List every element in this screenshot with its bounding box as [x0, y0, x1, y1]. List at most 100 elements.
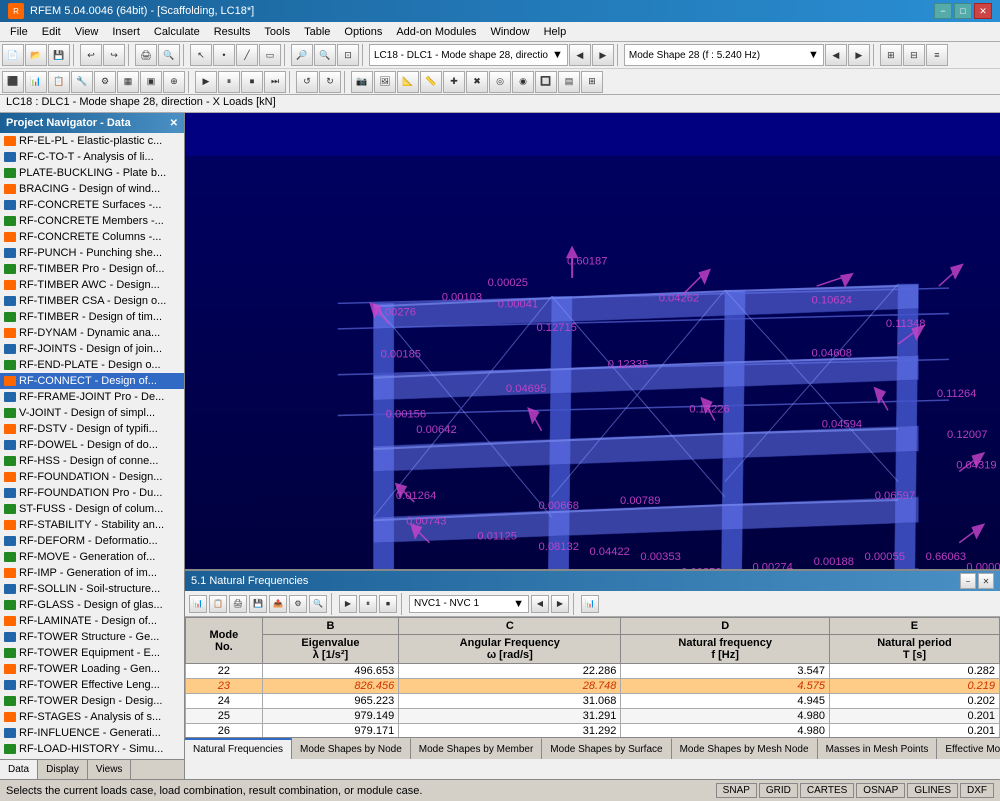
nav-item-38[interactable]: RF-LOAD-HISTORY - Simu...	[0, 741, 184, 757]
tb-select[interactable]: ↖	[190, 44, 212, 66]
nav-item-12[interactable]: RF-DYNAM - Dynamic ana...	[0, 325, 184, 341]
tb-open[interactable]: 📂	[25, 44, 47, 66]
nav-item-23[interactable]: ST-FUSS - Design of colum...	[0, 501, 184, 517]
tb-preview[interactable]: 🔍	[158, 44, 180, 66]
tb-extra3[interactable]: ≡	[926, 44, 948, 66]
menu-tools[interactable]: Tools	[258, 24, 296, 40]
nav-item-3[interactable]: BRACING - Design of wind...	[0, 181, 184, 197]
menu-table[interactable]: Table	[298, 24, 336, 40]
tb-redo[interactable]: ↪	[103, 44, 125, 66]
nav-item-25[interactable]: RF-DEFORM - Deformatio...	[0, 533, 184, 549]
panel-close-button[interactable]: ✕	[170, 118, 178, 129]
rt-btn3[interactable]: 🖨	[229, 595, 247, 613]
tb2-6[interactable]: ▦	[117, 71, 139, 93]
tb2-16[interactable]: 🖼	[374, 71, 396, 93]
tb-save[interactable]: 💾	[48, 44, 70, 66]
tb2-17[interactable]: 📐	[397, 71, 419, 93]
tb2-2[interactable]: 📊	[25, 71, 47, 93]
menu-help[interactable]: Help	[538, 24, 573, 40]
menu-file[interactable]: File	[4, 24, 34, 40]
panel-tab-display[interactable]: Display	[38, 760, 88, 779]
tb2-8[interactable]: ⊕	[163, 71, 185, 93]
nav-item-22[interactable]: RF-FOUNDATION Pro - Du...	[0, 485, 184, 501]
tb2-1[interactable]: ⬛	[2, 71, 24, 93]
menu-results[interactable]: Results	[208, 24, 257, 40]
nav-item-0[interactable]: RF-EL-PL - Elastic-plastic c...	[0, 133, 184, 149]
tb2-7[interactable]: ▣	[140, 71, 162, 93]
tb-fit[interactable]: ⊡	[337, 44, 359, 66]
tb2-11[interactable]: ⏹	[241, 71, 263, 93]
nav-item-31[interactable]: RF-TOWER Structure - Ge...	[0, 629, 184, 645]
nav-item-14[interactable]: RF-END-PLATE - Design o...	[0, 357, 184, 373]
tb2-5[interactable]: ⚙	[94, 71, 116, 93]
tab-mode-surface[interactable]: Mode Shapes by Surface	[542, 738, 671, 759]
rt-btn7[interactable]: 🔍	[309, 595, 327, 613]
nav-item-11[interactable]: RF-TIMBER - Design of tim...	[0, 309, 184, 325]
nav-item-26[interactable]: RF-MOVE - Generation of...	[0, 549, 184, 565]
nav-item-4[interactable]: RF-CONCRETE Surfaces -...	[0, 197, 184, 213]
view-area[interactable]: 0.60187 0.04262 0.10624 0.12715 0.11348 …	[185, 113, 1000, 779]
menu-options[interactable]: Options	[338, 24, 388, 40]
nav-item-32[interactable]: RF-TOWER Equipment - E...	[0, 645, 184, 661]
nav-item-35[interactable]: RF-TOWER Design - Desig...	[0, 693, 184, 709]
nav-item-27[interactable]: RF-IMP - Generation of im...	[0, 565, 184, 581]
nav-item-28[interactable]: RF-SOLLIN - Soil-structure...	[0, 581, 184, 597]
nav-item-20[interactable]: RF-HSS - Design of conne...	[0, 453, 184, 469]
rt-btn8[interactable]: ▶	[339, 595, 357, 613]
status-badge-osnap[interactable]: OSNAP	[856, 783, 905, 798]
tb-zoom-out[interactable]: 🔍	[314, 44, 336, 66]
tb2-22[interactable]: ◉	[512, 71, 534, 93]
rt-btn6[interactable]: ⚙	[289, 595, 307, 613]
tab-mode-mesh[interactable]: Mode Shapes by Mesh Node	[672, 738, 818, 759]
nav-item-36[interactable]: RF-STAGES - Analysis of s...	[0, 709, 184, 725]
tb2-20[interactable]: ✖	[466, 71, 488, 93]
nav-item-18[interactable]: RF-DSTV - Design of typifi...	[0, 421, 184, 437]
rt-btn9[interactable]: ⏸	[359, 595, 377, 613]
rt-btn2[interactable]: 📋	[209, 595, 227, 613]
nav-item-37[interactable]: RF-INFLUENCE - Generati...	[0, 725, 184, 741]
tb-undo[interactable]: ↩	[80, 44, 102, 66]
status-badge-cartes[interactable]: CARTES	[800, 783, 854, 798]
results-minimize-btn[interactable]: −	[960, 573, 976, 589]
menu-window[interactable]: Window	[484, 24, 535, 40]
mode-shape-dropdown[interactable]: LC18 - DLC1 - Mode shape 28, directio ▼	[369, 44, 568, 66]
table-row[interactable]: 22496.65322.2863.5470.282	[186, 664, 1000, 679]
table-row[interactable]: 24965.22331.0684.9450.202	[186, 694, 1000, 709]
nav-item-17[interactable]: V-JOINT - Design of simpl...	[0, 405, 184, 421]
rt-prev[interactable]: ◀	[531, 595, 549, 613]
close-button[interactable]: ✕	[974, 3, 992, 19]
tb-extra2[interactable]: ⊟	[903, 44, 925, 66]
nav-item-5[interactable]: RF-CONCRETE Members -...	[0, 213, 184, 229]
menu-calculate[interactable]: Calculate	[148, 24, 206, 40]
status-badge-dxf[interactable]: DXF	[960, 783, 994, 798]
nav-item-7[interactable]: RF-PUNCH - Punching she...	[0, 245, 184, 261]
menu-addon[interactable]: Add-on Modules	[390, 24, 482, 40]
tb-prev-shape[interactable]: ◀	[825, 44, 847, 66]
nav-item-16[interactable]: RF-FRAME-JOINT Pro - De...	[0, 389, 184, 405]
rt-excel[interactable]: 📊	[581, 595, 599, 613]
tb2-12[interactable]: ⏭	[264, 71, 286, 93]
tb-prev-mode[interactable]: ◀	[569, 44, 591, 66]
tb-next-mode[interactable]: ▶	[592, 44, 614, 66]
tb-surface[interactable]: ▭	[259, 44, 281, 66]
menu-insert[interactable]: Insert	[106, 24, 146, 40]
table-row[interactable]: 26979.17131.2924.9800.201	[186, 724, 1000, 738]
nav-item-29[interactable]: RF-GLASS - Design of glas...	[0, 597, 184, 613]
panel-tab-data[interactable]: Data	[0, 760, 38, 779]
tb2-15[interactable]: 📷	[351, 71, 373, 93]
nav-item-24[interactable]: RF-STABILITY - Stability an...	[0, 517, 184, 533]
tb2-23[interactable]: 🔲	[535, 71, 557, 93]
rt-btn10[interactable]: ⏹	[379, 595, 397, 613]
maximize-button[interactable]: □	[954, 3, 972, 19]
tb-new[interactable]: 📄	[2, 44, 24, 66]
tb-print[interactable]: 🖨	[135, 44, 157, 66]
menu-view[interactable]: View	[69, 24, 105, 40]
nav-item-30[interactable]: RF-LAMINATE - Design of...	[0, 613, 184, 629]
nav-item-13[interactable]: RF-JOINTS - Design of join...	[0, 341, 184, 357]
tb2-19[interactable]: ✚	[443, 71, 465, 93]
tb2-10[interactable]: ⏸	[218, 71, 240, 93]
tab-modal-mass[interactable]: Effective Modal Mass Factors	[937, 738, 1000, 759]
nav-item-15[interactable]: RF-CONNECT - Design of...	[0, 373, 184, 389]
status-badge-snap[interactable]: SNAP	[716, 783, 757, 798]
tb2-21[interactable]: ◎	[489, 71, 511, 93]
